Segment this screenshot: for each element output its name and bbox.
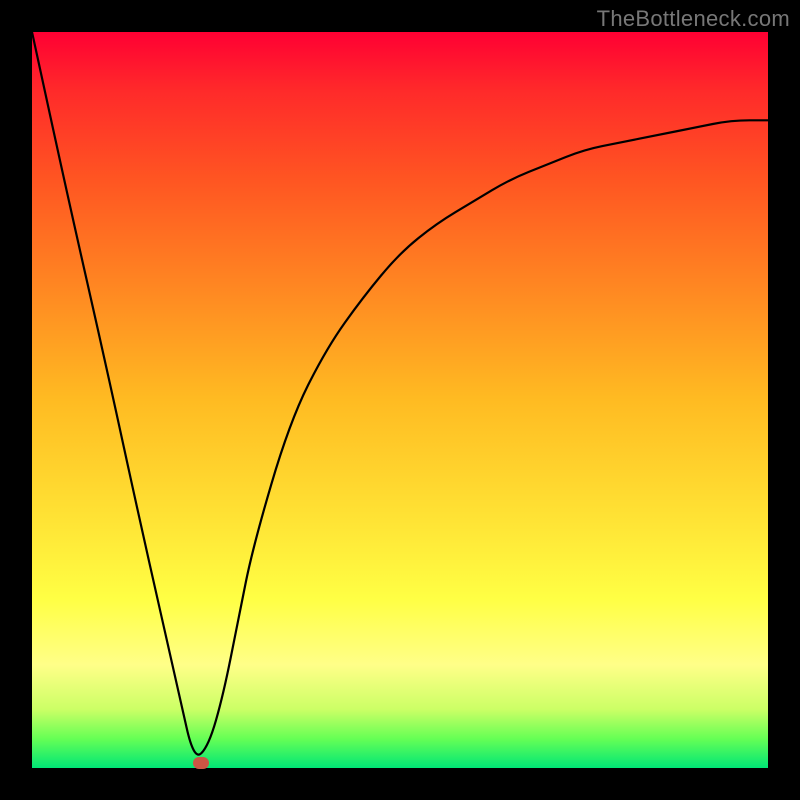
plot-area xyxy=(32,32,768,768)
watermark-text: TheBottleneck.com xyxy=(597,6,790,32)
optimal-point-marker xyxy=(193,757,209,769)
bottleneck-curve xyxy=(32,32,768,768)
chart-frame: TheBottleneck.com xyxy=(0,0,800,800)
